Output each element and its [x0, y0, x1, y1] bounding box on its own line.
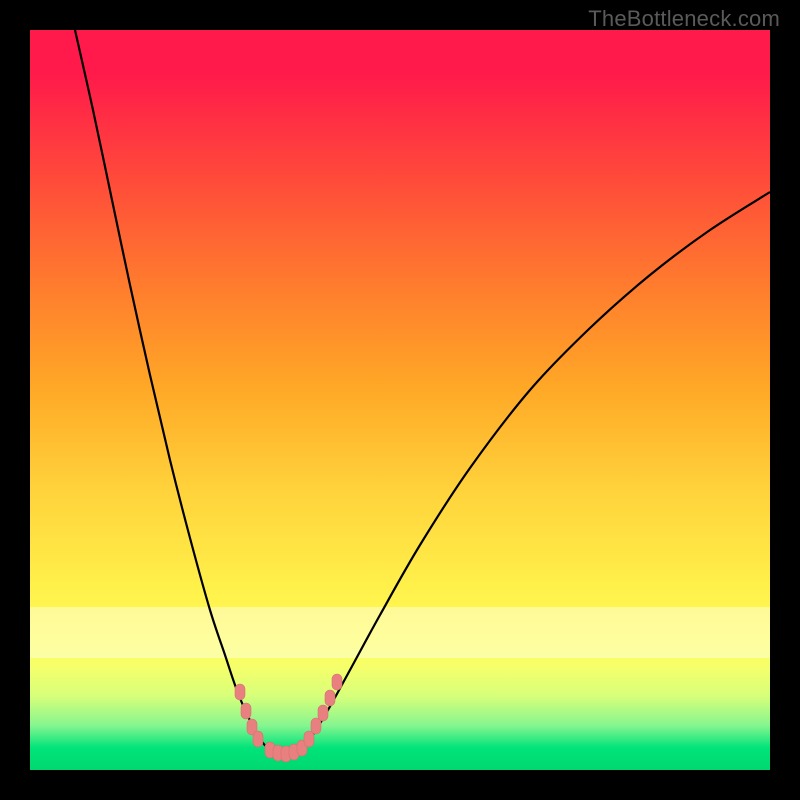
curve-left-branch: [75, 30, 270, 750]
data-marker: [332, 674, 342, 690]
data-marker: [235, 684, 245, 700]
data-marker: [253, 731, 263, 747]
plot-area: [30, 30, 770, 770]
data-marker: [304, 731, 314, 747]
data-marker: [241, 703, 251, 719]
chart-frame: { "watermark": "TheBottleneck.com", "cha…: [0, 0, 800, 800]
data-marker: [311, 718, 321, 734]
curve-right-branch: [300, 192, 770, 750]
data-marker: [318, 705, 328, 721]
data-marker: [325, 690, 335, 706]
curves-svg: [30, 30, 770, 770]
watermark-text: TheBottleneck.com: [588, 6, 780, 32]
marker-layer: [235, 674, 342, 762]
